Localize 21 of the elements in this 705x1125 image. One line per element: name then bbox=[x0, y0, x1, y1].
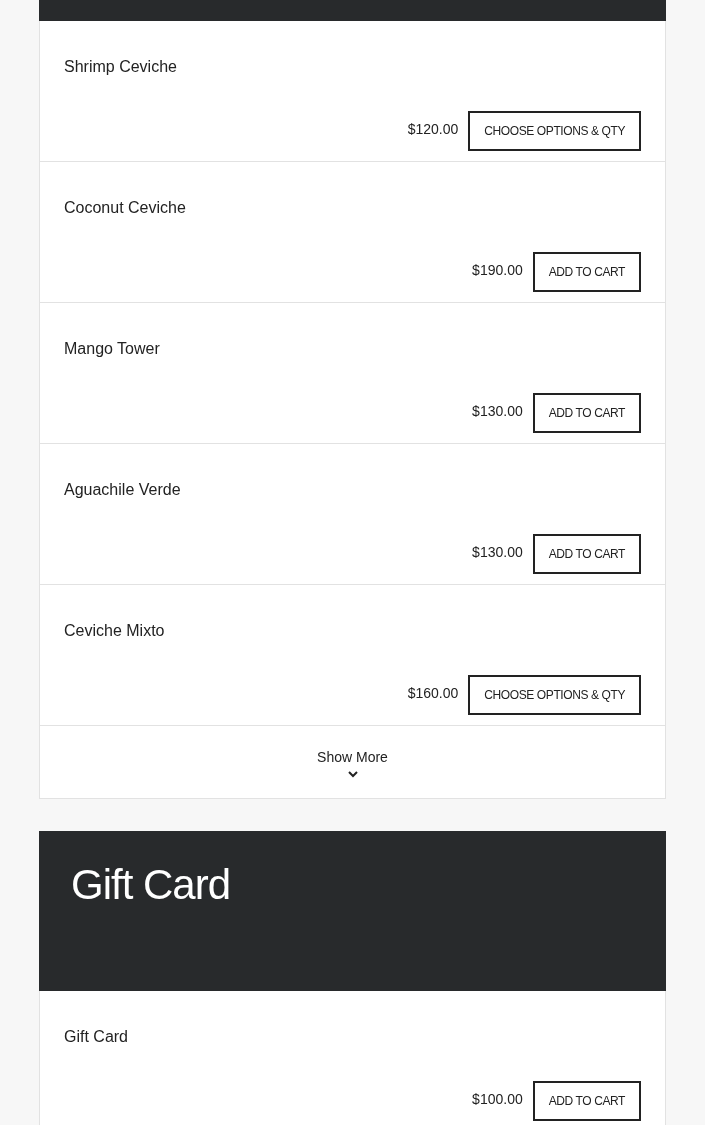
add-button[interactable]: CHOOSE OPTIONS & QTY bbox=[468, 675, 641, 715]
item-price: $130.00 bbox=[472, 543, 523, 562]
item-name: Mango Tower bbox=[64, 339, 161, 359]
show-more-button[interactable]: Show More bbox=[40, 726, 665, 798]
item-price: $100.00 bbox=[472, 1090, 523, 1109]
add-button[interactable]: ADD TO CART bbox=[532, 393, 641, 433]
chevron-down-icon bbox=[346, 769, 359, 778]
add-button[interactable]: CHOOSE OPTIONS & QTY bbox=[468, 111, 641, 151]
section-title: Gift Card bbox=[71, 861, 232, 909]
add-button[interactable]: ADD TO CART bbox=[532, 252, 641, 292]
item-price: $160.00 bbox=[407, 684, 459, 703]
item-name: Gift Card bbox=[64, 1027, 129, 1047]
add-button[interactable]: ADD TO CART bbox=[532, 1081, 641, 1121]
item-name: Ceviche Mixto bbox=[64, 621, 166, 641]
item-price: $190.00 bbox=[472, 261, 523, 280]
add-button[interactable]: ADD TO CART bbox=[532, 534, 641, 574]
item-price: $120.00 bbox=[407, 120, 459, 139]
item-name: Shrimp Ceviche bbox=[64, 57, 178, 77]
item-price: $130.00 bbox=[472, 402, 523, 421]
item-name: Aguachile Verde bbox=[64, 480, 182, 500]
item-name: Coconut Ceviche bbox=[64, 198, 187, 218]
